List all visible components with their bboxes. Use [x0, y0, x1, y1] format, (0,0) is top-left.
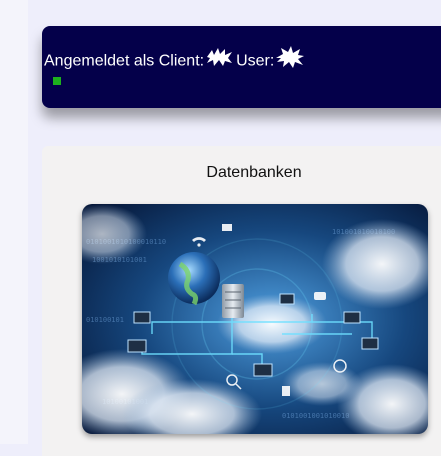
card-title: Datenbanken: [206, 164, 302, 181]
redacted-client-icon: [205, 47, 233, 72]
client-label: Angemeldet als Client:: [44, 52, 205, 70]
page-background-strip: [0, 0, 28, 444]
user-label: User:: [236, 52, 275, 70]
status-indicator: [53, 77, 61, 85]
login-info: Angemeldet als Client: User:: [44, 46, 308, 73]
login-status-bar: Angemeldet als Client: User:: [42, 26, 441, 108]
redacted-user-icon: [275, 46, 305, 73]
database-card[interactable]: Datenbanken 010100101 0101001001010010: [42, 146, 441, 456]
svg-text:010100101: 010100101: [86, 316, 124, 324]
database-cloud-network-image[interactable]: 0101001010100010110 1001010101001 101001…: [82, 204, 428, 434]
